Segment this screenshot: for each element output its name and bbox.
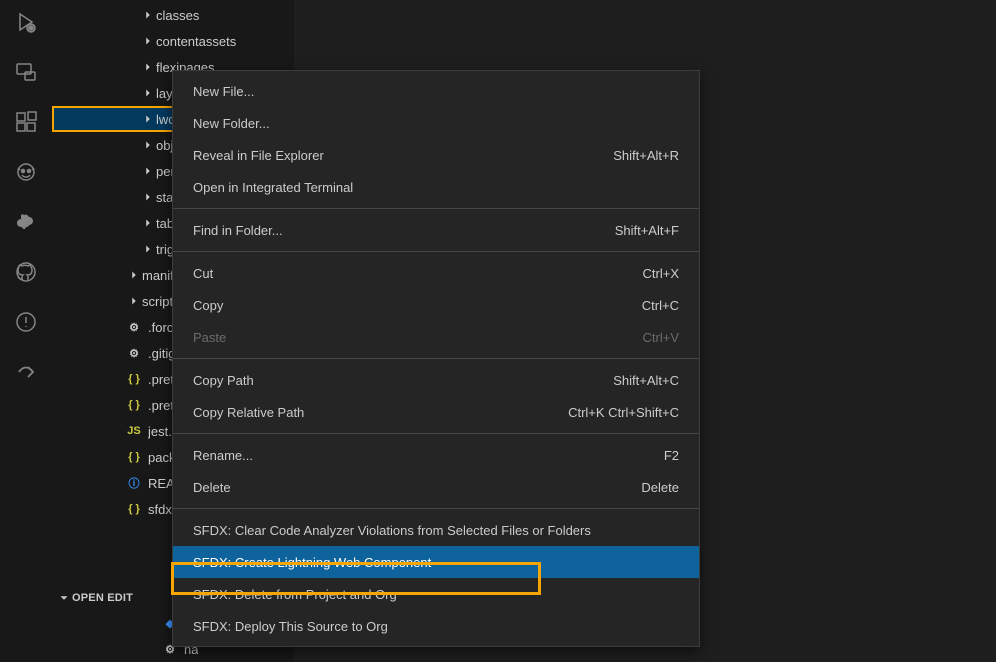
menu-item[interactable]: Delete Delete <box>173 471 699 503</box>
salesforce-icon[interactable] <box>12 208 40 236</box>
generic-file-icon: ⚙ <box>126 345 142 361</box>
menu-shortcut: Ctrl+X <box>643 266 679 281</box>
menu-item[interactable]: New File... <box>173 75 699 107</box>
folder-label: contentassets <box>156 34 236 49</box>
menu-label: Rename... <box>193 448 253 463</box>
alert-icon[interactable] <box>12 308 40 336</box>
menu-label: Paste <box>193 330 226 345</box>
menu-label: New File... <box>193 84 254 99</box>
menu-shortcut: Shift+Alt+C <box>613 373 679 388</box>
context-menu: New File... New Folder... Reveal in File E… <box>172 70 700 647</box>
menu-item[interactable]: SFDX: Create Lightning Web Component <box>173 546 699 578</box>
menu-label: Copy <box>193 298 223 313</box>
menu-item[interactable]: New Folder... <box>173 107 699 139</box>
menu-separator <box>173 508 699 509</box>
chevron-down-icon <box>56 590 72 606</box>
json-file-icon: { } <box>126 371 142 387</box>
json-file-icon: { } <box>126 501 142 517</box>
menu-item[interactable]: Reveal in File Explorer Shift+Alt+R <box>173 139 699 171</box>
chevron-right-icon <box>140 33 156 49</box>
menu-item[interactable]: Rename... F2 <box>173 439 699 471</box>
menu-separator <box>173 208 699 209</box>
menu-item: Paste Ctrl+V <box>173 321 699 353</box>
json-file-icon: { } <box>126 397 142 413</box>
menu-item[interactable]: Copy Path Shift+Alt+C <box>173 364 699 396</box>
json-file-icon: { } <box>126 449 142 465</box>
generic-file-icon: ⚙ <box>126 319 142 335</box>
remote-icon[interactable] <box>12 58 40 86</box>
menu-label: SFDX: Create Lightning Web Component <box>193 555 431 570</box>
robot-icon[interactable] <box>12 158 40 186</box>
menu-shortcut: Shift+Alt+R <box>613 148 679 163</box>
chevron-right-icon <box>140 241 156 257</box>
chevron-right-icon <box>140 59 156 75</box>
chevron-right-icon <box>126 267 142 283</box>
run-debug-icon[interactable] <box>12 8 40 36</box>
tree-folder[interactable]: contentassets <box>52 28 294 54</box>
menu-separator <box>173 251 699 252</box>
menu-label: Copy Relative Path <box>193 405 304 420</box>
menu-item[interactable]: Open in Integrated Terminal <box>173 171 699 203</box>
tree-folder[interactable]: classes <box>52 2 294 28</box>
menu-label: Delete <box>193 480 231 495</box>
section-title: OPEN EDIT <box>72 592 133 604</box>
menu-shortcut: Delete <box>641 480 679 495</box>
menu-label: SFDX: Clear Code Analyzer Violations fro… <box>193 523 591 538</box>
menu-shortcut: Ctrl+C <box>642 298 679 313</box>
menu-separator <box>173 358 699 359</box>
share-icon[interactable] <box>12 358 40 386</box>
menu-item[interactable]: SFDX: Clear Code Analyzer Violations fro… <box>173 514 699 546</box>
menu-shortcut: Shift+Alt+F <box>615 223 679 238</box>
menu-separator <box>173 433 699 434</box>
menu-item[interactable]: Copy Ctrl+C <box>173 289 699 321</box>
menu-shortcut: F2 <box>664 448 679 463</box>
menu-label: Find in Folder... <box>193 223 283 238</box>
chevron-right-icon <box>140 85 156 101</box>
menu-item[interactable]: SFDX: Delete from Project and Org <box>173 578 699 610</box>
folder-label: classes <box>156 8 199 23</box>
menu-item[interactable]: SFDX: Deploy This Source to Org <box>173 610 699 642</box>
chevron-right-icon <box>140 137 156 153</box>
menu-label: Copy Path <box>193 373 254 388</box>
menu-shortcut: Ctrl+V <box>643 330 679 345</box>
chevron-right-icon <box>140 7 156 23</box>
activity-bar <box>0 0 52 662</box>
menu-label: SFDX: Delete from Project and Org <box>193 587 397 602</box>
menu-item[interactable]: Cut Ctrl+X <box>173 257 699 289</box>
chevron-right-icon <box>140 215 156 231</box>
menu-label: SFDX: Deploy This Source to Org <box>193 619 388 634</box>
chevron-right-icon <box>126 293 142 309</box>
menu-label: Reveal in File Explorer <box>193 148 324 163</box>
js-file-icon: JS <box>126 423 142 439</box>
chevron-right-icon <box>140 111 156 127</box>
menu-shortcut: Ctrl+K Ctrl+Shift+C <box>568 405 679 420</box>
info-file-icon: ⓘ <box>126 475 142 491</box>
github-icon[interactable] <box>12 258 40 286</box>
menu-item[interactable]: Find in Folder... Shift+Alt+F <box>173 214 699 246</box>
menu-label: Cut <box>193 266 213 281</box>
menu-label: Open in Integrated Terminal <box>193 180 353 195</box>
menu-item[interactable]: Copy Relative Path Ctrl+K Ctrl+Shift+C <box>173 396 699 428</box>
chevron-right-icon <box>140 163 156 179</box>
extensions-icon[interactable] <box>12 108 40 136</box>
chevron-right-icon <box>140 189 156 205</box>
menu-label: New Folder... <box>193 116 270 131</box>
